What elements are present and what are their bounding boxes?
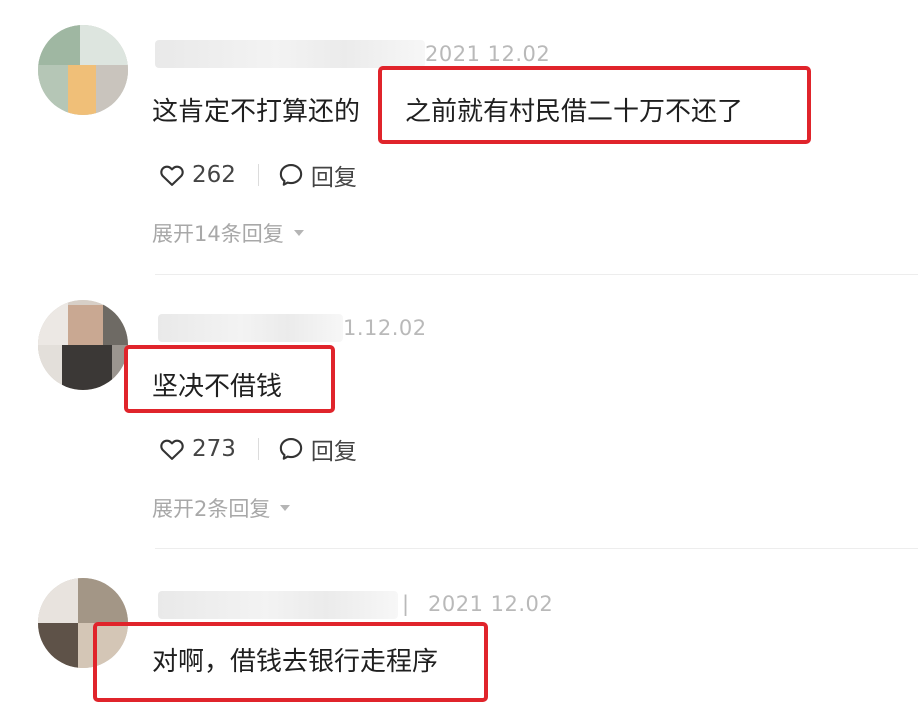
comment-date: 2021 12.02: [428, 592, 554, 616]
comment-date: 1.12.02: [343, 316, 427, 340]
username-blurred[interactable]: [158, 314, 343, 342]
like-count: 262: [192, 162, 236, 188]
caret-down-icon: [293, 230, 304, 236]
reply-button[interactable]: 回复: [277, 158, 357, 192]
comment-actions: 273 回复: [158, 432, 357, 466]
divider: [257, 438, 259, 460]
username-blurred[interactable]: [158, 591, 398, 619]
reply-label: 回复: [310, 165, 357, 191]
comment-text-highlighted: 之前就有村民借二十万不还了: [405, 97, 744, 127]
comment-text: 这肯定不打算还的: [152, 97, 361, 127]
like-count: 273: [192, 436, 236, 462]
comment-date: 2021 12.02: [425, 42, 551, 66]
like-button[interactable]: 262: [158, 161, 236, 189]
expand-replies-label: 展开14条回复: [152, 222, 284, 246]
caret-down-icon: [280, 505, 291, 511]
like-button[interactable]: 273: [158, 435, 236, 463]
speech-bubble-icon: [279, 164, 303, 186]
username-blurred[interactable]: [155, 40, 425, 68]
comment-actions: 262 回复: [158, 158, 357, 192]
avatar[interactable]: [38, 25, 128, 115]
expand-replies[interactable]: 展开14条回复: [152, 218, 304, 248]
expand-replies[interactable]: 展开2条回复: [152, 493, 291, 523]
comment-date-prefix: |: [402, 592, 410, 616]
heart-icon: [160, 439, 184, 460]
comment-text-highlighted: 对啊，借钱去银行走程序: [152, 647, 439, 677]
reply-label: 回复: [310, 439, 357, 465]
comment-text-highlighted: 坚决不借钱: [152, 372, 283, 402]
divider: [257, 164, 259, 186]
speech-bubble-icon: [279, 438, 303, 460]
reply-button[interactable]: 回复: [277, 432, 357, 466]
comment-divider: [155, 548, 918, 549]
avatar[interactable]: [38, 300, 128, 390]
heart-icon: [160, 165, 184, 186]
comment-divider: [155, 274, 918, 275]
expand-replies-label: 展开2条回复: [152, 497, 271, 521]
